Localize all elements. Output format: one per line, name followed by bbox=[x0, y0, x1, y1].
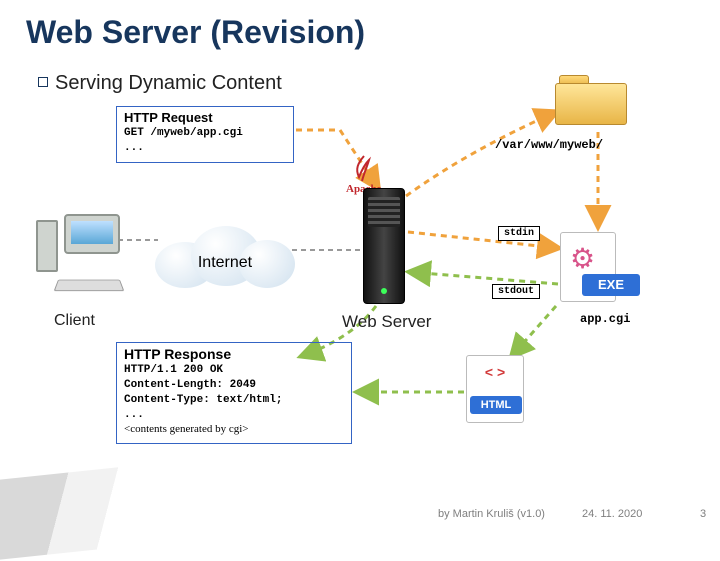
http-request-title: HTTP Request bbox=[117, 107, 293, 126]
webserver-label: Web Server bbox=[342, 312, 431, 332]
section-heading: Serving Dynamic Content bbox=[38, 72, 282, 95]
internet-cloud-icon: Internet bbox=[155, 220, 295, 296]
stdin-label: stdin bbox=[498, 226, 540, 241]
http-response-header: Content-Type: text/html; bbox=[124, 393, 344, 408]
stdout-label: stdout bbox=[492, 284, 540, 299]
page-title: Web Server (Revision) bbox=[0, 0, 720, 51]
http-request-box: HTTP Request GET /myweb/app.cgi ... bbox=[116, 106, 294, 163]
client-pc-icon bbox=[36, 214, 122, 292]
http-response-title: HTTP Response bbox=[117, 343, 351, 363]
decorative-wedge bbox=[0, 463, 158, 561]
folder-icon bbox=[555, 75, 627, 125]
http-response-ellipsis: ... bbox=[124, 408, 344, 423]
footer-page-number: 3 bbox=[700, 508, 706, 520]
server-icon bbox=[363, 188, 405, 304]
http-request-line: GET /myweb/app.cgi bbox=[124, 126, 286, 141]
http-response-header: Content-Length: 2049 bbox=[124, 378, 344, 393]
filesystem-path: /var/www/myweb/ bbox=[495, 138, 603, 152]
app-filename: app.cgi bbox=[580, 312, 630, 326]
footer-date: 24. 11. 2020 bbox=[582, 508, 642, 520]
exe-badge: EXE bbox=[582, 274, 640, 296]
http-response-body-note: <contents generated by cgi> bbox=[124, 422, 344, 437]
executable-icon: ⚙ EXE bbox=[560, 232, 642, 304]
http-response-status: HTTP/1.1 200 OK bbox=[124, 363, 344, 378]
gear-icon: ⚙ bbox=[570, 242, 595, 275]
client-label: Client bbox=[54, 312, 95, 330]
bullet-square-icon bbox=[38, 77, 48, 87]
internet-label: Internet bbox=[155, 254, 295, 272]
html-badge: HTML bbox=[470, 396, 522, 414]
http-request-ellipsis: ... bbox=[124, 141, 286, 156]
http-response-box: HTTP Response HTTP/1.1 200 OK Content-Le… bbox=[116, 342, 352, 444]
footer-author: by Martin Kruliš (v1.0) bbox=[438, 508, 545, 520]
html-file-icon: HTML bbox=[466, 355, 524, 423]
